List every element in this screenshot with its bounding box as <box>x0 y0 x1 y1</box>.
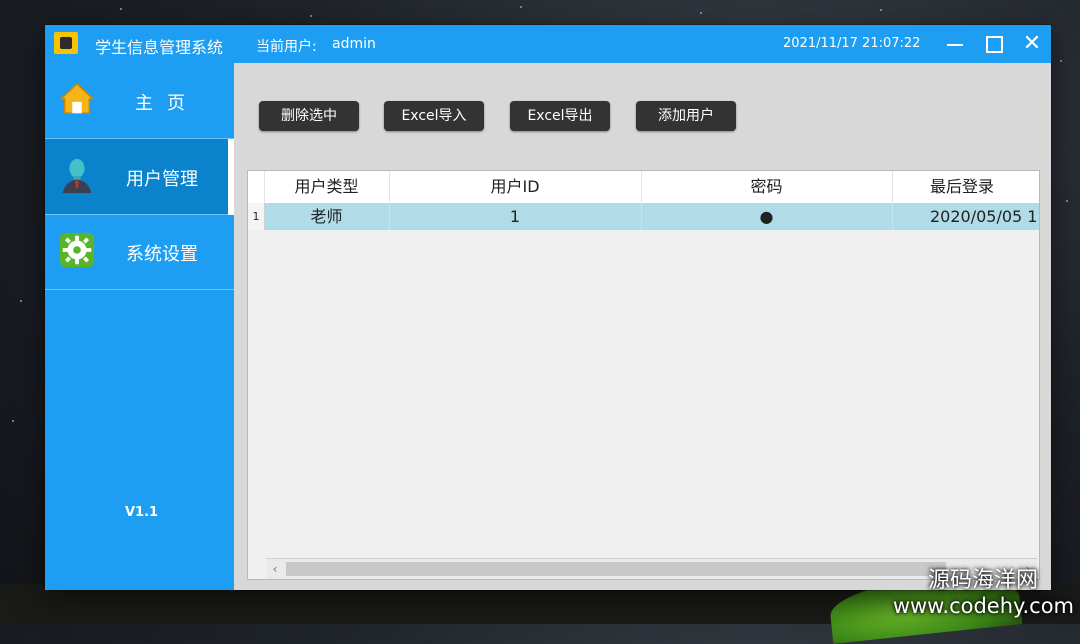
user-avatar-icon <box>62 158 92 194</box>
maximize-icon <box>985 36 1003 53</box>
minimize-button[interactable] <box>942 31 968 57</box>
version-label: V1.1 <box>125 505 159 520</box>
close-button[interactable]: ✕ <box>1019 31 1045 57</box>
cell-last-login[interactable]: 2020/05/05 1 <box>892 203 1039 230</box>
sidebar-item-home[interactable]: 主页 <box>45 63 234 139</box>
row-number[interactable]: 1 <box>248 203 265 230</box>
add-user-button[interactable]: 添加用户 <box>636 101 736 131</box>
column-header-last-login[interactable]: 最后登录 <box>892 171 1039 203</box>
sidebar-item-settings[interactable]: 系统设置 <box>45 214 234 290</box>
app-title: 学生信息管理系统 <box>95 38 224 57</box>
maximize-button[interactable] <box>981 31 1007 57</box>
watermark-site-name: 源码海洋网 <box>927 568 1038 593</box>
scroll-thumb[interactable] <box>286 562 946 576</box>
users-table[interactable]: 用户类型 用户ID 密码 最后登录 1 老师 1 ● 2020/05/05 1 … <box>247 170 1040 580</box>
minimize-icon <box>947 44 963 46</box>
delete-selected-button[interactable]: 删除选中 <box>259 101 359 131</box>
cell-password[interactable]: ● <box>641 203 893 230</box>
datetime-display: 2021/11/17 21:07:22 <box>783 36 921 51</box>
sidebar-item-user-management[interactable]: 用户管理 <box>45 139 234 215</box>
app-window: 学生信息管理系统 当前用户: admin 2021/11/17 21:07:22… <box>45 25 1051 590</box>
sidebar: 主页 用户管理 系统设置 V1.1 <box>45 63 234 590</box>
column-header-user-type[interactable]: 用户类型 <box>264 171 390 203</box>
main-content: 删除选中 Excel导入 Excel导出 添加用户 用户类型 用户ID 密码 最… <box>234 63 1051 590</box>
sidebar-item-label: 系统设置 <box>126 244 198 265</box>
title-bar[interactable]: 学生信息管理系统 当前用户: admin 2021/11/17 21:07:22… <box>45 25 1051 63</box>
cell-user-type[interactable]: 老师 <box>264 203 390 230</box>
scroll-left-icon[interactable]: ‹ <box>266 559 284 579</box>
gear-icon <box>59 232 95 268</box>
cell-user-id[interactable]: 1 <box>389 203 642 230</box>
horizontal-scrollbar[interactable]: ‹ › <box>266 558 1037 579</box>
excel-import-button[interactable]: Excel导入 <box>384 101 484 131</box>
app-logo-icon <box>54 32 78 54</box>
watermark-url: www.codehy.com <box>892 594 1074 618</box>
sidebar-item-label: 主页 <box>135 93 199 114</box>
sidebar-item-label: 用户管理 <box>126 169 198 190</box>
excel-export-button[interactable]: Excel导出 <box>510 101 610 131</box>
table-header: 用户类型 用户ID 密码 最后登录 <box>248 171 1039 204</box>
column-header-password[interactable]: 密码 <box>641 171 893 203</box>
home-icon <box>59 82 95 114</box>
column-header-user-id[interactable]: 用户ID <box>389 171 642 203</box>
table-corner <box>248 171 265 203</box>
current-user-name: admin <box>332 36 376 52</box>
current-user-label: 当前用户: <box>256 39 317 55</box>
table-row[interactable]: 1 老师 1 ● 2020/05/05 1 <box>248 203 1039 230</box>
